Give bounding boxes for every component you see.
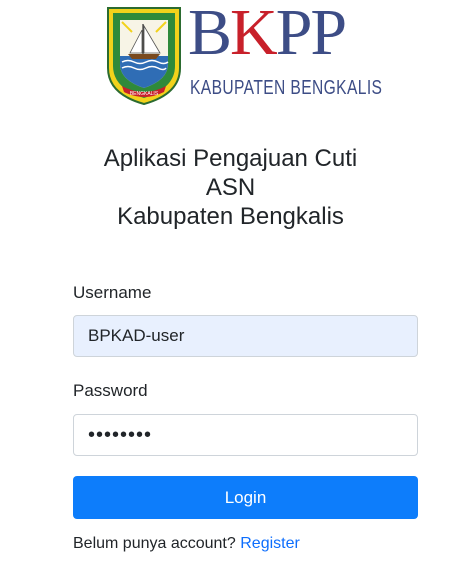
title-line-1: Aplikasi Pengajuan Cuti [103,145,358,172]
password-label: Password [73,381,148,400]
password-input[interactable] [73,414,418,456]
username-input[interactable] [73,315,418,357]
logo-subtitle: KABUPATEN BENGKALIS [190,77,383,99]
bengkalis-regency-emblem-icon: BENGKALIS [107,7,181,106]
title-line-3: Kabupaten Bengkalis [117,203,344,230]
wordmark-b: B [188,0,232,69]
bkpp-logo: BENGKALIS BKPP KABUPATEN BENGKALIS [106,0,382,110]
login-button[interactable]: Login [73,476,418,519]
register-link[interactable]: Register [240,535,300,552]
username-label: Username [73,283,152,302]
title-line-2: ASN [205,174,256,201]
svg-text:BENGKALIS: BENGKALIS [130,91,159,97]
login-page: BENGKALIS BKPP KABUPATEN BENGKALIS Aplik… [0,0,461,571]
wordmark-pp: PP [275,0,347,69]
register-prompt: Belum punya account? Register [73,533,300,555]
page-title: Aplikasi Pengajuan Cuti ASN Kabupaten Be… [0,144,461,231]
bkpp-wordmark: BKPP [188,0,347,69]
wordmark-k: K [230,0,278,69]
no-account-text: Belum punya account? [73,535,236,552]
